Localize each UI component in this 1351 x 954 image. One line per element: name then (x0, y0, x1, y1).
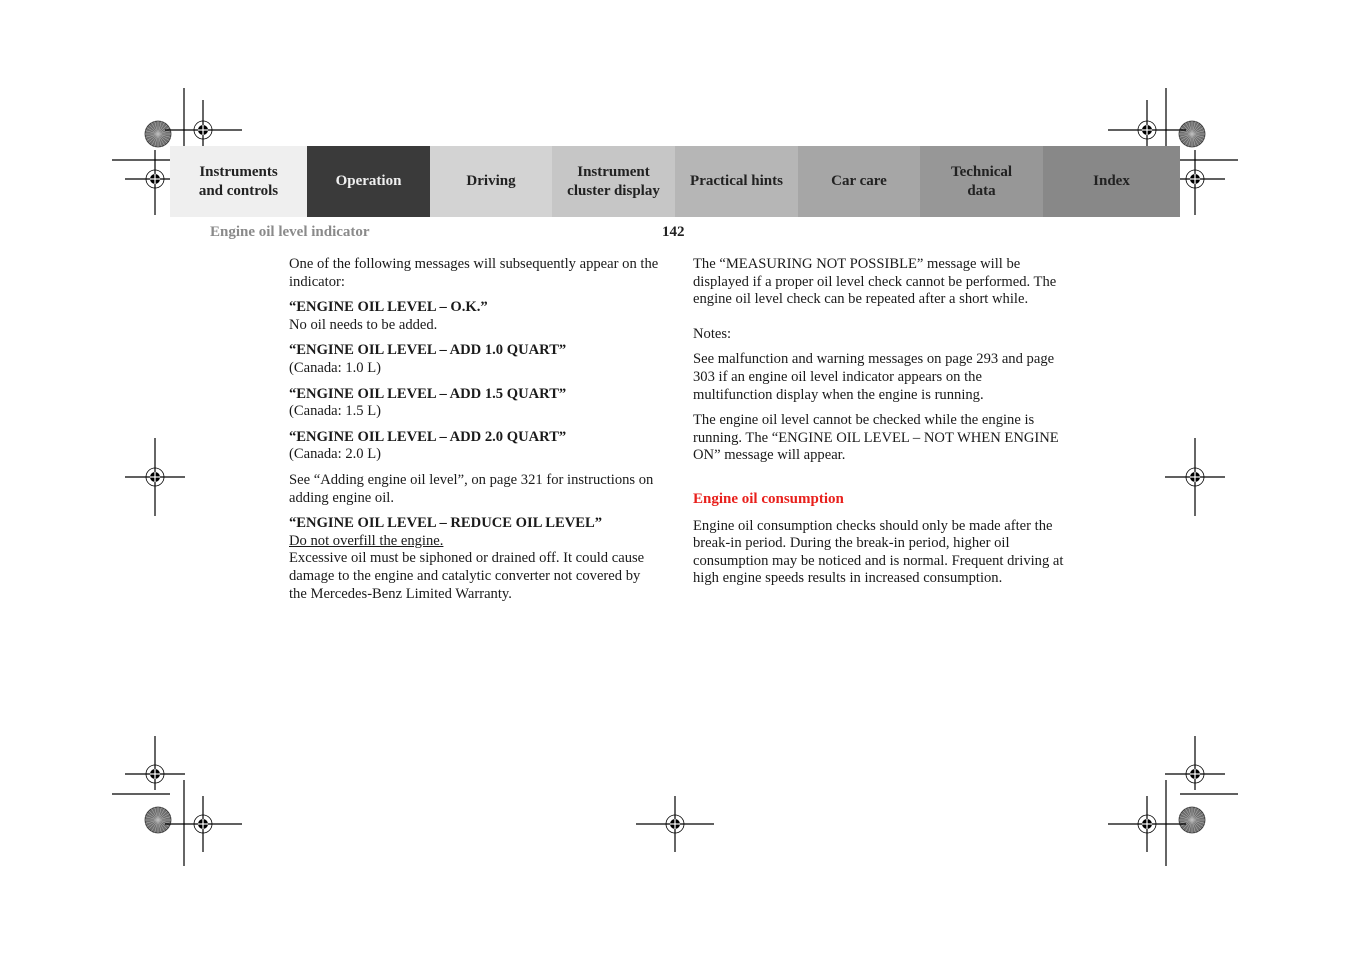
message-text: (Canada: 1.0 L) (289, 359, 381, 376)
tab-instruments-and-controls[interactable]: Instruments and controls (170, 146, 307, 217)
consumption-text: Engine oil consumption checks should onl… (693, 517, 1064, 587)
intro-text: One of the following messages will subse… (289, 256, 659, 290)
note-malfunction: See malfunction and warning messages on … (693, 351, 1055, 403)
tab-practical-hints[interactable]: Practical hints (675, 146, 798, 217)
tab-label: Technical (950, 163, 1013, 180)
message-add-1-0: “ENGINE OIL LEVEL – ADD 1.0 QUART” (Cana… (289, 342, 661, 377)
message-text: No oil needs to be added. (289, 316, 438, 333)
tab-operation[interactable]: Operation (307, 146, 430, 217)
section-tabs: Instruments and controls Operation Drivin… (170, 146, 1180, 217)
tab-index[interactable]: Index (1043, 146, 1180, 217)
page-number: 142 (662, 224, 685, 240)
tab-label: Practical hints (690, 173, 783, 189)
measuring-not-possible-text: The “MEASURING NOT POSSIBLE” message wil… (693, 256, 1057, 308)
tab-label: and controls (198, 182, 279, 199)
consumption-heading: Engine oil consumption (693, 490, 844, 507)
message-title: “ENGINE OIL LEVEL – ADD 1.5 QUART” (289, 385, 567, 402)
message-title: “ENGINE OIL LEVEL – ADD 1.0 QUART” (289, 342, 567, 359)
tab-label: Driving (466, 173, 516, 189)
tab-label: cluster display (567, 182, 660, 199)
tab-label: Instruments (199, 163, 278, 180)
message-text: (Canada: 2.0 L) (289, 446, 381, 463)
message-add-2-0: “ENGINE OIL LEVEL – ADD 2.0 QUART” (Cana… (289, 429, 661, 464)
tab-instrument-cluster-display[interactable]: Instrument cluster display (552, 146, 675, 217)
overfill-warning: Do not overfill the engine. (289, 532, 444, 549)
notes-label: Notes: (693, 325, 732, 342)
message-reduce: “ENGINE OIL LEVEL – REDUCE OIL LEVEL” Do… (289, 515, 661, 603)
message-title: “ENGINE OIL LEVEL – ADD 2.0 QUART” (289, 428, 567, 445)
section-title: Engine oil level indicator (210, 224, 370, 240)
registration-marks (112, 88, 1238, 866)
see-adding-oil-reference: See “Adding engine oil level”, on page 3… (289, 471, 654, 506)
tab-label: Operation (335, 173, 402, 189)
tab-label: Instrument (577, 163, 650, 180)
tab-label: Car care (831, 173, 887, 189)
tab-driving[interactable]: Driving (430, 146, 552, 217)
message-title: “ENGINE OIL LEVEL – REDUCE OIL LEVEL” (289, 515, 603, 532)
message-text: (Canada: 1.5 L) (289, 403, 381, 420)
message-add-1-5: “ENGINE OIL LEVEL – ADD 1.5 QUART” (Cana… (289, 386, 661, 421)
message-ok: “ENGINE OIL LEVEL – O.K.” No oil needs t… (289, 299, 661, 334)
message-text: Excessive oil must be siphoned or draine… (289, 550, 645, 602)
message-title: “ENGINE OIL LEVEL – O.K.” (289, 299, 488, 316)
right-column: The “MEASURING NOT POSSIBLE” message wil… (693, 256, 1065, 596)
tab-label: Index (1093, 173, 1130, 189)
note-engine-running: The engine oil level cannot be checked w… (693, 412, 1059, 464)
tab-car-care[interactable]: Car care (798, 146, 920, 217)
tab-technical-data[interactable]: Technical data (920, 146, 1043, 217)
left-column: One of the following messages will subse… (289, 256, 661, 611)
tab-label: data (967, 182, 996, 199)
